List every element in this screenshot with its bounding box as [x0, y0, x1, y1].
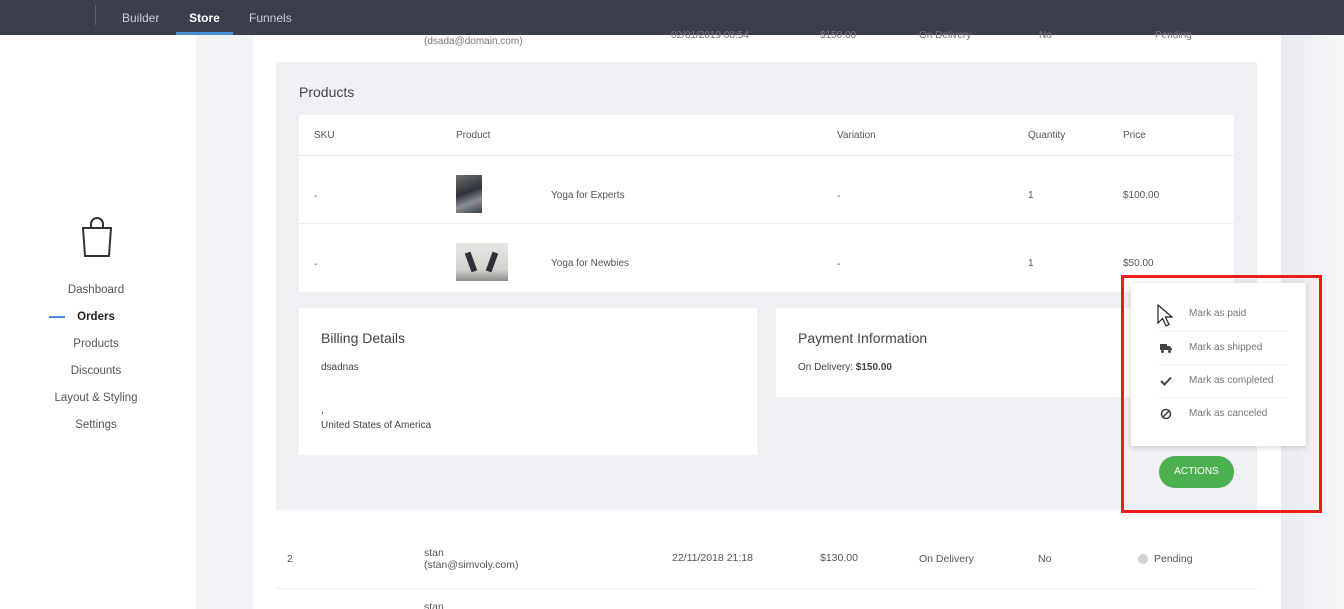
cell-price: $100.00 [1123, 190, 1160, 201]
cell-product[interactable]: Yoga for Newbies [551, 258, 629, 269]
shopping-bag-icon [81, 217, 113, 257]
tab-store[interactable]: Store [176, 0, 233, 35]
product-thumbnail[interactable] [456, 175, 482, 213]
order-id: 2 [287, 553, 293, 565]
cell-variation: - [837, 259, 841, 270]
table-header: SKU Product Variation Quantity Price [299, 115, 1234, 156]
billing-name: dsadnas [321, 362, 359, 373]
order-date: 22/11/2018 21:18 [672, 552, 753, 564]
order-status: Pending [1154, 553, 1193, 565]
order-customer-name: stan [424, 547, 444, 559]
table-row: - Yoga for Newbies - 1 $50.00 [299, 225, 1234, 293]
tab-builder[interactable]: Builder [122, 0, 159, 35]
status-dot [1138, 554, 1148, 564]
payment-information-box: Payment Information On Delivery: $150.00 [776, 308, 1136, 397]
sidebar-item-dashboard[interactable]: Dashboard [0, 284, 192, 296]
cell-variation: - [837, 191, 841, 202]
highlight-annotation [1121, 275, 1322, 513]
col-variation: Variation [837, 130, 876, 141]
order-total: $130.00 [820, 552, 858, 564]
table-row: - Yoga for Experts - 1 $100.00 [299, 156, 1234, 224]
order-paid: No [1038, 553, 1052, 565]
payment-amount: $150.00 [855, 362, 892, 373]
tab-funnels[interactable]: Funnels [249, 0, 292, 35]
col-price: Price [1123, 130, 1146, 141]
sidebar-item-discounts[interactable]: Discounts [0, 365, 192, 377]
payment-method-label: On Delivery: [798, 362, 856, 373]
products-heading: Products [299, 84, 355, 100]
products-table: SKU Product Variation Quantity Price - Y… [299, 115, 1234, 292]
order-status: Pending [1155, 30, 1192, 41]
order-email: (dsada@domain.com) [424, 36, 523, 47]
billing-address-line: , [321, 405, 324, 416]
col-product: Product [456, 130, 491, 141]
payment-title: Payment Information [798, 330, 928, 346]
order-email: (stan@simvoly.com) [424, 559, 519, 571]
col-quantity: Quantity [1028, 130, 1066, 141]
cell-sku: - [314, 259, 318, 270]
product-thumbnail[interactable] [456, 243, 508, 281]
order-payment: On Delivery [919, 553, 974, 565]
sidebar-item-products[interactable]: Products [0, 338, 192, 350]
billing-details-box: Billing Details dsadnas , United States … [299, 308, 757, 455]
cell-price: $50.00 [1123, 258, 1154, 269]
order-payment: On Delivery [919, 30, 972, 41]
sidebar-item-orders[interactable]: Orders [0, 311, 192, 323]
sidebar-item-settings[interactable]: Settings [0, 419, 192, 431]
sidebar-item-layout-styling[interactable]: Layout & Styling [0, 392, 192, 404]
previous-order-row[interactable]: (dsada@domain.com) 02/01/2019 08:54 $150… [253, 30, 1281, 57]
cell-sku: - [314, 191, 318, 202]
cell-product[interactable]: Yoga for Experts [551, 190, 625, 201]
topbar-divider [95, 5, 96, 25]
table-row[interactable]: 2 stan (stan@simvoly.com) 22/11/2018 21:… [276, 531, 1257, 585]
order-paid: No [1039, 30, 1052, 41]
cell-quantity: 1 [1028, 258, 1034, 269]
billing-country: United States of America [321, 420, 432, 431]
order-total: $150.00 [820, 30, 857, 41]
order-customer-name: stan [424, 601, 444, 609]
payment-method: On Delivery: $150.00 [798, 362, 892, 373]
order-date: 02/01/2019 08:54 [671, 30, 749, 41]
col-sku: SKU [314, 130, 335, 141]
billing-title: Billing Details [321, 330, 406, 346]
table-row[interactable]: stan [276, 588, 1257, 609]
cell-quantity: 1 [1028, 190, 1034, 201]
